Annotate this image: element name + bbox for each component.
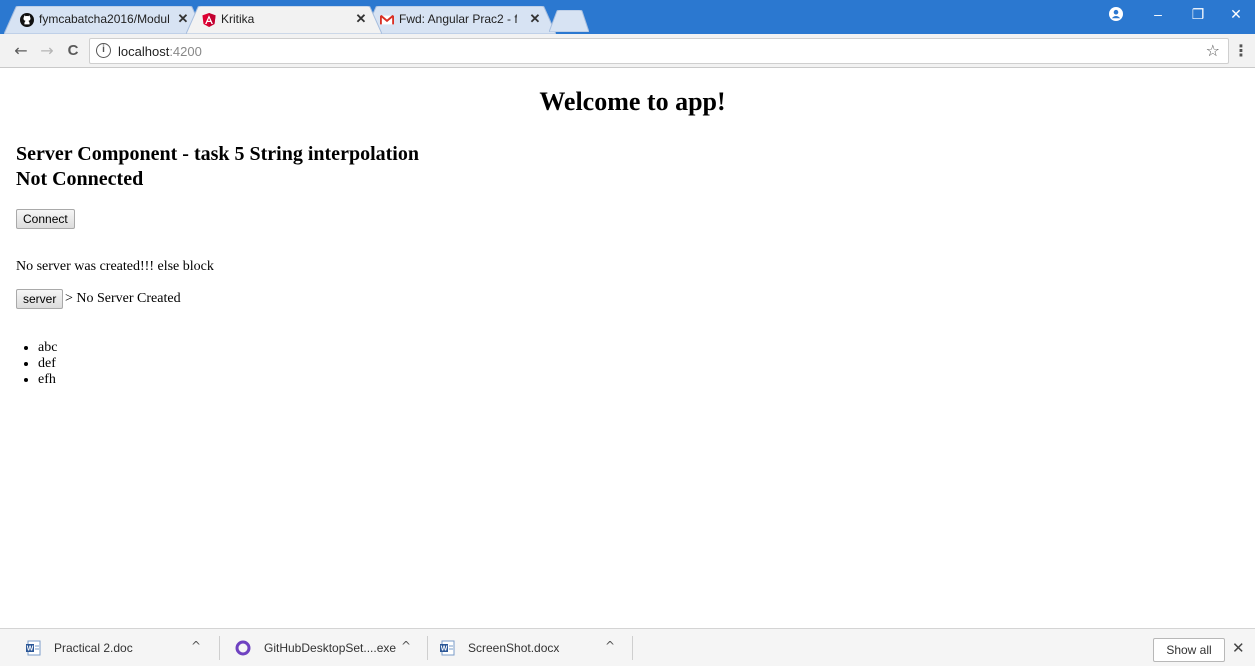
download-options-caret-icon[interactable]: ^: [605, 639, 615, 653]
word-doc-icon: W: [440, 640, 455, 656]
download-item[interactable]: GitHubDesktopSet....exe ^: [210, 629, 425, 666]
url-text[interactable]: localhost:4200: [118, 44, 202, 59]
download-file-name: Practical 2.doc: [54, 641, 133, 655]
server-button[interactable]: server: [16, 289, 64, 309]
close-download-shelf-icon[interactable]: ✕: [1232, 639, 1245, 657]
page-title: Welcome to app!: [539, 87, 726, 116]
browser-menu-button[interactable]: ⋮: [1233, 40, 1249, 62]
new-tab-button[interactable]: [549, 10, 589, 32]
connection-status: Not Connected: [16, 168, 144, 190]
download-file-name: GitHubDesktopSet....exe: [264, 641, 397, 655]
tab-close-button[interactable]: ✕: [354, 11, 368, 27]
site-info-icon[interactable]: i: [96, 43, 111, 58]
profile-icon[interactable]: [1099, 0, 1133, 30]
github-icon: [20, 13, 34, 27]
minimize-button[interactable]: –: [1141, 0, 1175, 30]
list-item: abc: [38, 340, 57, 356]
server-component-title: Server Component - task 5 String interpo…: [16, 143, 419, 165]
url-port: :4200: [169, 44, 202, 59]
forward-button[interactable]: →: [36, 40, 58, 62]
download-item[interactable]: W Practical 2.doc ^: [0, 629, 215, 666]
list-item: efh: [38, 372, 57, 388]
tab-gmail[interactable]: Fwd: Angular Prac2 - fym ✕: [364, 6, 556, 34]
download-shelf: W Practical 2.doc ^ GitHubDesktopSet....…: [0, 628, 1255, 666]
svg-text:W: W: [27, 646, 34, 653]
connect-button[interactable]: Connect: [16, 209, 75, 229]
server-status-text: > No Server Created: [65, 291, 181, 306]
tab-kritika[interactable]: Kritika ✕: [186, 6, 382, 34]
tab-close-button[interactable]: ✕: [528, 11, 542, 27]
download-item[interactable]: W ScreenShot.docx ^: [414, 629, 629, 666]
list-item: def: [38, 356, 57, 372]
address-bar[interactable]: i localhost:4200 ☆: [89, 38, 1229, 64]
svg-text:W: W: [441, 646, 448, 653]
url-host: localhost: [118, 44, 170, 59]
browser-title-bar: fymcabatcha2016/Modul ✕ Fwd: Angular Pra…: [0, 0, 1255, 34]
github-desktop-icon: [235, 640, 251, 656]
restore-button[interactable]: ❐: [1181, 0, 1215, 30]
download-options-caret-icon[interactable]: ^: [191, 639, 201, 653]
back-button[interactable]: ←: [10, 40, 32, 62]
close-window-button[interactable]: ✕: [1219, 0, 1253, 30]
download-divider: [632, 636, 633, 660]
download-options-caret-icon[interactable]: ^: [401, 639, 411, 653]
tab-title: Kritika: [221, 12, 255, 26]
angular-icon: [202, 13, 216, 27]
gmail-icon: [380, 14, 394, 25]
browser-toolbar: ← → C i localhost:4200 ☆ ⋮: [0, 34, 1255, 68]
bookmark-star-icon[interactable]: ☆: [1206, 41, 1220, 60]
no-server-message: No server was created!!! else block: [16, 259, 214, 274]
download-file-name: ScreenShot.docx: [468, 641, 560, 655]
tab-github[interactable]: fymcabatcha2016/Modul ✕: [4, 6, 204, 34]
word-doc-icon: W: [26, 640, 41, 656]
page-content: Welcome to app! Server Component - task …: [0, 69, 1255, 628]
show-all-downloads-button[interactable]: Show all: [1153, 638, 1225, 662]
item-list: abc def efh: [38, 340, 57, 388]
tab-title: fymcabatcha2016/Modul: [39, 12, 169, 26]
tab-title: Fwd: Angular Prac2 - fym: [399, 12, 517, 26]
reload-button[interactable]: C: [62, 40, 84, 62]
